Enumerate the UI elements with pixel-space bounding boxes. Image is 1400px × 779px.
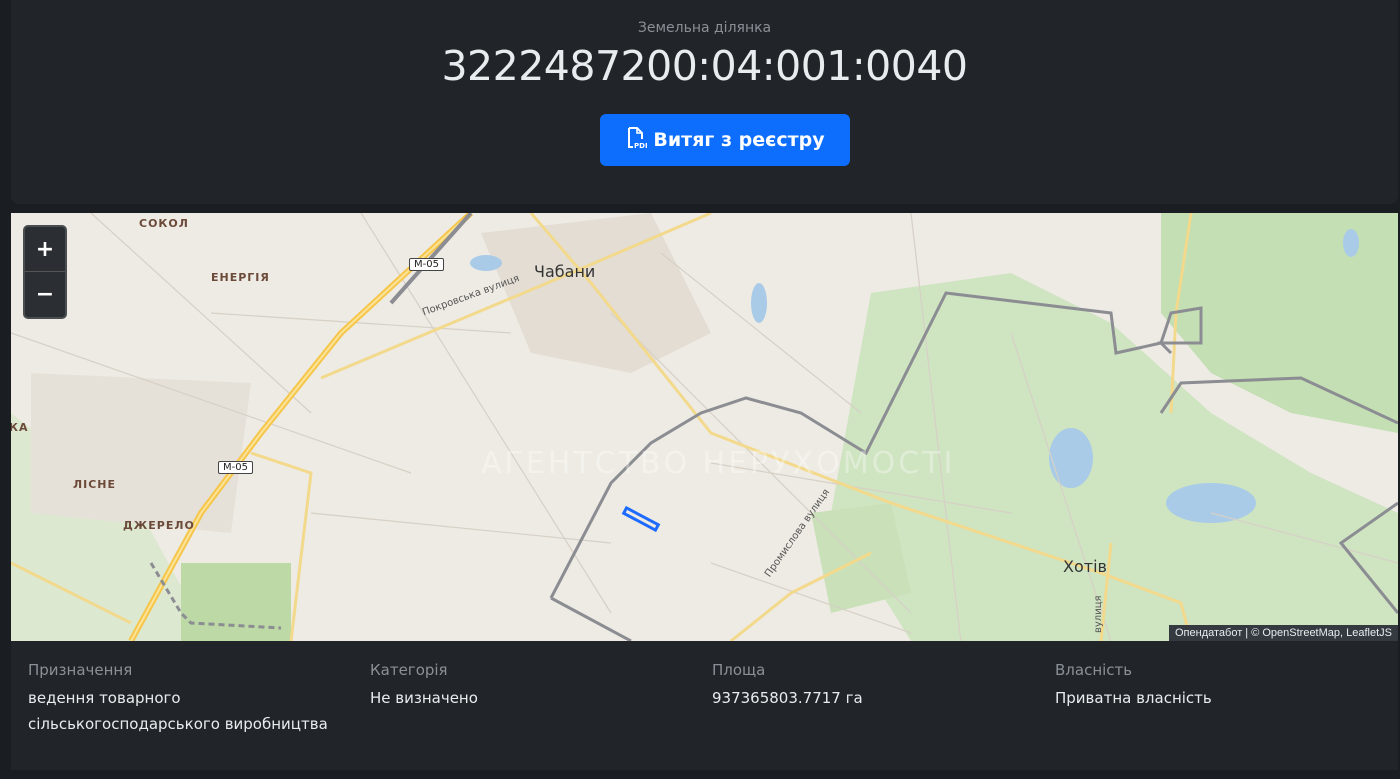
zoom-out-button[interactable]: −	[25, 271, 65, 316]
info-label: Категорія	[370, 661, 448, 679]
info-value: Приватна власність	[1055, 689, 1212, 707]
village-label-energiya: ЕНЕРГІЯ	[211, 271, 270, 284]
registry-extract-button[interactable]: PDF Витяг з реєстру	[600, 114, 850, 166]
info-label: Призначення	[28, 661, 133, 679]
road-shield-m05: М-05	[218, 461, 253, 474]
town-label-khotiv: Хотів	[1063, 557, 1107, 576]
parcel-info-panel: Призначення ведення товарного сільського…	[11, 641, 1398, 770]
page-subtitle: Земельна ділянка	[637, 20, 772, 36]
pdf-file-icon: PDF	[625, 126, 650, 155]
registry-extract-label: Витяг з реєстру	[653, 129, 825, 151]
zoom-in-button[interactable]: +	[25, 227, 65, 271]
info-label: Площа	[712, 661, 766, 679]
info-category: Категорія Не визначено	[370, 661, 690, 711]
village-label-dzherelo: ДЖЕРЕЛО	[123, 519, 195, 532]
info-value: 937365803.7717 га	[712, 689, 863, 707]
map-attribution[interactable]: Опендатабот | © OpenStreetMap, LeafletJS	[1168, 625, 1398, 641]
info-value: Не визначено	[370, 689, 478, 707]
watermark-text: АГЕНТСТВО НЕРУХОМОСТІ	[481, 446, 955, 481]
town-label-chabany: Чабани	[534, 262, 596, 281]
road-shield-m05: М-05	[409, 258, 444, 271]
parcel-cadastral-number: 3222487200:04:001:0040	[441, 42, 968, 90]
info-ownership: Власність Приватна власність	[1055, 661, 1375, 711]
info-purpose: Призначення ведення товарного сільського…	[28, 661, 348, 737]
info-value: ведення товарного сільськогосподарського…	[28, 689, 328, 733]
village-label-lisne: ЛІСНЕ	[73, 478, 117, 491]
header-card: Земельна ділянка 3222487200:04:001:0040 …	[11, 0, 1398, 204]
village-label-sokol: СОКОЛ	[139, 217, 189, 230]
map-view[interactable]: АГЕНТСТВО НЕРУХОМОСТІ + − Чабани Хотів С…	[11, 213, 1398, 641]
village-label-edge: КА	[11, 421, 29, 434]
street-label-vulytsia: вулиця	[1093, 595, 1104, 633]
zoom-control: + −	[23, 225, 67, 319]
svg-text:PDF: PDF	[634, 142, 647, 150]
info-area: Площа 937365803.7717 га	[712, 661, 1032, 711]
info-label: Власність	[1055, 661, 1133, 679]
